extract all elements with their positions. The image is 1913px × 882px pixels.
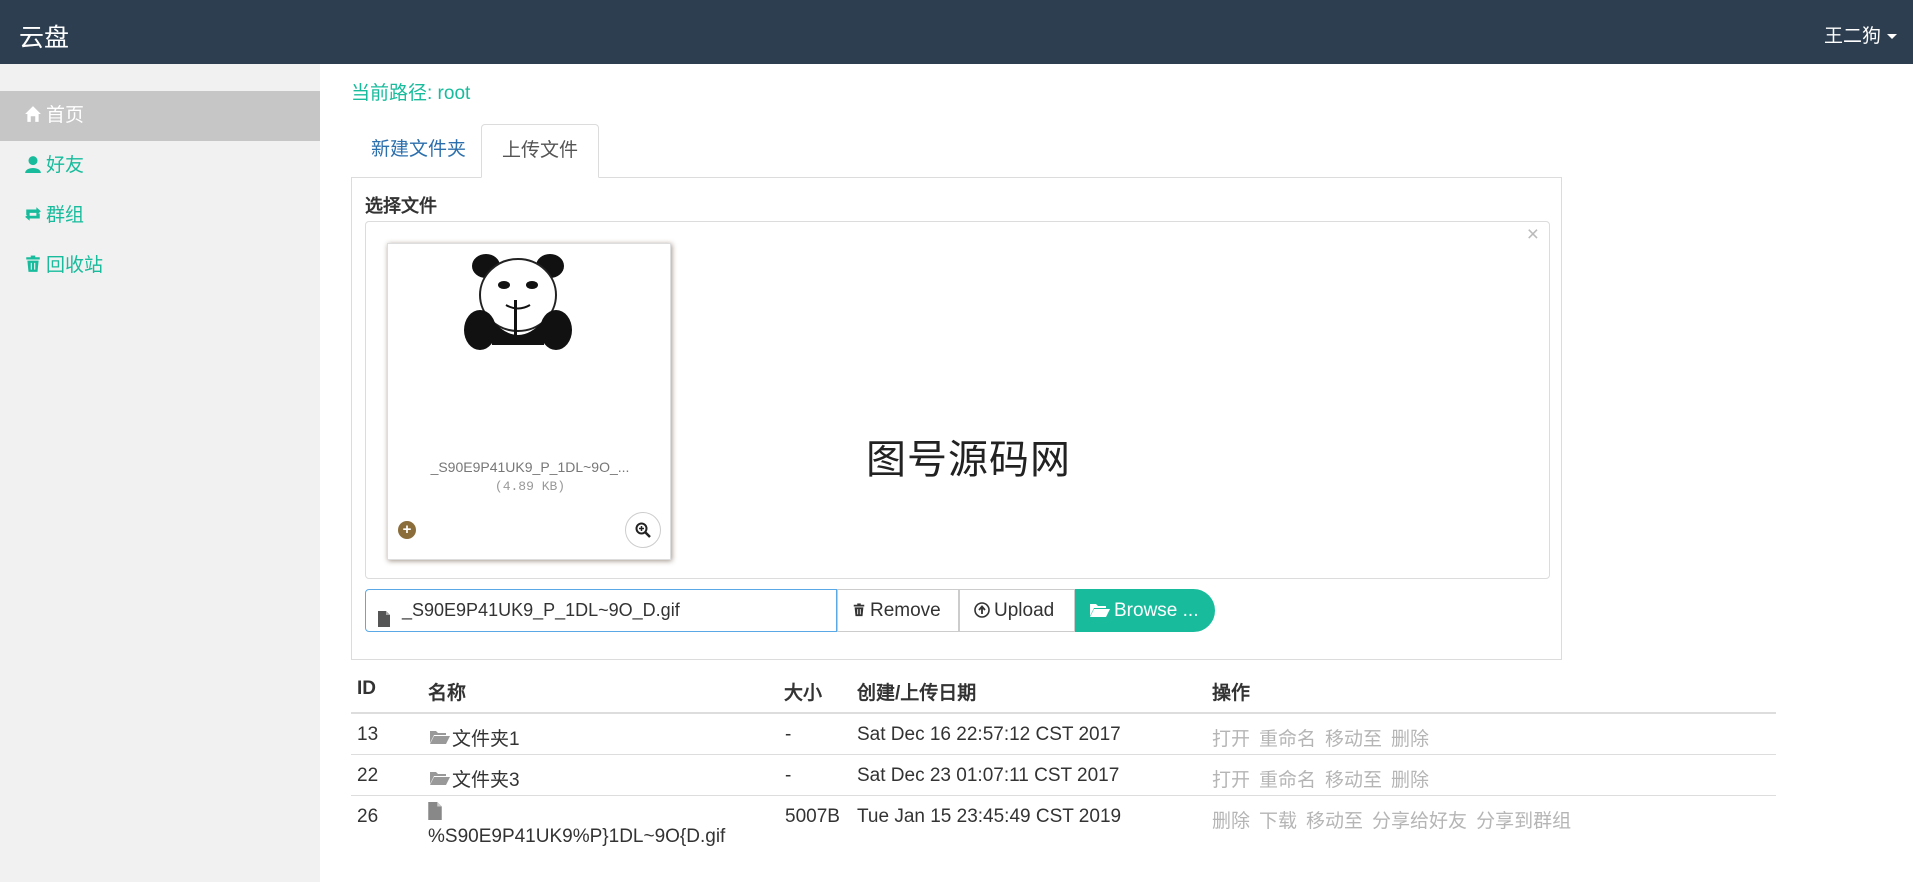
file-thumbnail-card: _S90E9P41UK9_P_1DL~9O_... (4.89 KB) + <box>387 243 671 560</box>
top-navbar: 云盘 王二狗 <box>0 0 1913 64</box>
zoom-in-button[interactable] <box>625 512 661 548</box>
row-date: Sat Dec 23 01:07:11 CST 2017 <box>857 765 1120 786</box>
browse-button[interactable]: Browse ... <box>1075 589 1215 632</box>
sidebar-item-home[interactable]: 首页 <box>0 91 320 141</box>
col-header-id: ID <box>357 678 376 699</box>
retweet-icon <box>24 193 46 243</box>
row-actions: 打开 重命名 移动至 删除 <box>1212 765 1438 792</box>
user-name: 王二狗 <box>1823 26 1881 47</box>
upload-panel: 选择文件 × _S90E9P41UK9_P_1DL~9O_... (4.89 K… <box>351 177 1562 660</box>
row-id: 26 <box>357 806 379 827</box>
selected-file-field[interactable]: _S90E9P41UK9_P_1DL~9O_D.gif <box>365 589 837 632</box>
user-menu[interactable]: 王二狗 <box>1824 21 1897 48</box>
file-icon <box>378 601 390 642</box>
thumbnail-file-name: _S90E9P41UK9_P_1DL~9O_... <box>430 459 630 475</box>
action-share-friend[interactable]: 分享给好友 <box>1372 811 1467 832</box>
tab-upload-file[interactable]: 上传文件 <box>481 124 600 178</box>
col-header-date: 创建/上传日期 <box>857 683 977 704</box>
browse-button-label: Browse ... <box>1114 600 1199 621</box>
folder-name: 文件夹1 <box>452 729 520 750</box>
action-open[interactable]: 打开 <box>1212 770 1250 791</box>
sidebar-item-label: 首页 <box>46 105 85 126</box>
action-move[interactable]: 移动至 <box>1325 770 1382 791</box>
upload-circle-icon <box>974 602 990 618</box>
sidebar-item-label: 好友 <box>46 155 85 176</box>
current-path: 当前路径: root <box>351 83 471 104</box>
row-actions: 删除 下载 移动至 分享给好友 分享到群组 <box>1212 806 1580 833</box>
upload-button[interactable]: Upload <box>959 589 1075 632</box>
action-delete[interactable]: 删除 <box>1212 811 1250 832</box>
upload-button-label: Upload <box>994 600 1055 621</box>
folder-name-cell[interactable]: 文件夹1 <box>428 724 520 751</box>
row-size: 5007B <box>785 806 840 827</box>
trash-icon <box>853 603 865 617</box>
row-date: Tue Jan 15 23:45:49 CST 2019 <box>857 806 1122 827</box>
file-preview-area: × _S90E9P41UK9_P_1DL~9O_... (4.89 KB) + … <box>365 221 1550 579</box>
action-move[interactable]: 移动至 <box>1325 729 1382 750</box>
watermark-logo: 图号源码网 <box>866 437 1071 483</box>
sidebar: 首页 好友 群组 回收站 <box>0 64 320 882</box>
plus-circle-icon: + <box>398 521 416 539</box>
sidebar-item-friends[interactable]: 好友 <box>0 141 320 191</box>
row-size: - <box>785 724 792 745</box>
choose-file-label: 选择文件 <box>365 196 437 216</box>
action-move[interactable]: 移动至 <box>1306 811 1363 832</box>
sidebar-item-trash[interactable]: 回收站 <box>0 241 320 291</box>
home-icon <box>24 93 46 143</box>
action-rename[interactable]: 重命名 <box>1259 729 1316 750</box>
main-content: 当前路径: root 新建文件夹 上传文件 选择文件 × _S90E9P41UK… <box>320 64 1913 882</box>
row-id: 13 <box>357 724 379 745</box>
remove-button-label: Remove <box>870 600 941 621</box>
action-open[interactable]: 打开 <box>1212 729 1250 750</box>
file-name: %S90E9P41UK9%P}1DL~9O{D.gif <box>428 826 726 847</box>
caret-down-icon <box>1887 34 1897 40</box>
action-rename[interactable]: 重命名 <box>1259 770 1316 791</box>
action-share-group[interactable]: 分享到群组 <box>1476 811 1571 832</box>
user-icon <box>24 143 46 193</box>
panda-meme-thumbnail <box>464 250 572 358</box>
row-date: Sat Dec 16 22:57:12 CST 2017 <box>857 724 1121 745</box>
sidebar-item-groups[interactable]: 群组 <box>0 191 320 241</box>
zoom-in-icon <box>635 522 651 538</box>
selected-file-name: _S90E9P41UK9_P_1DL~9O_D.gif <box>402 600 680 620</box>
folder-name: 文件夹3 <box>452 770 520 791</box>
folder-open-icon <box>1090 604 1110 617</box>
action-delete[interactable]: 删除 <box>1391 770 1429 791</box>
sidebar-item-label: 回收站 <box>46 255 104 276</box>
folder-name-cell[interactable]: 文件夹3 <box>428 765 520 792</box>
trash-icon <box>24 243 46 293</box>
row-actions: 打开 重命名 移动至 删除 <box>1212 724 1438 751</box>
col-header-ops: 操作 <box>1212 683 1251 704</box>
row-size: - <box>785 765 792 786</box>
file-icon <box>428 802 442 820</box>
col-header-name: 名称 <box>428 683 467 704</box>
row-divider <box>351 795 1776 796</box>
thumbnail-file-size: (4.89 KB) <box>494 479 566 494</box>
tab-new-folder[interactable]: 新建文件夹 <box>351 124 486 178</box>
close-icon[interactable]: × <box>1527 223 1539 247</box>
folder-icon <box>430 731 450 744</box>
row-divider <box>351 754 1776 755</box>
action-delete[interactable]: 删除 <box>1391 729 1429 750</box>
file-name-cell[interactable]: %S90E9P41UK9%P}1DL~9O{D.gif <box>428 802 725 848</box>
sidebar-item-label: 群组 <box>46 205 85 226</box>
remove-button[interactable]: Remove <box>837 589 959 632</box>
row-id: 22 <box>357 765 379 786</box>
col-header-size: 大小 <box>784 683 823 704</box>
folder-icon <box>430 772 450 785</box>
tab-bar: 新建文件夹 上传文件 <box>351 124 1561 178</box>
action-download[interactable]: 下载 <box>1259 811 1297 832</box>
app-brand[interactable]: 云盘 <box>19 18 69 54</box>
table-header-divider <box>351 712 1776 714</box>
